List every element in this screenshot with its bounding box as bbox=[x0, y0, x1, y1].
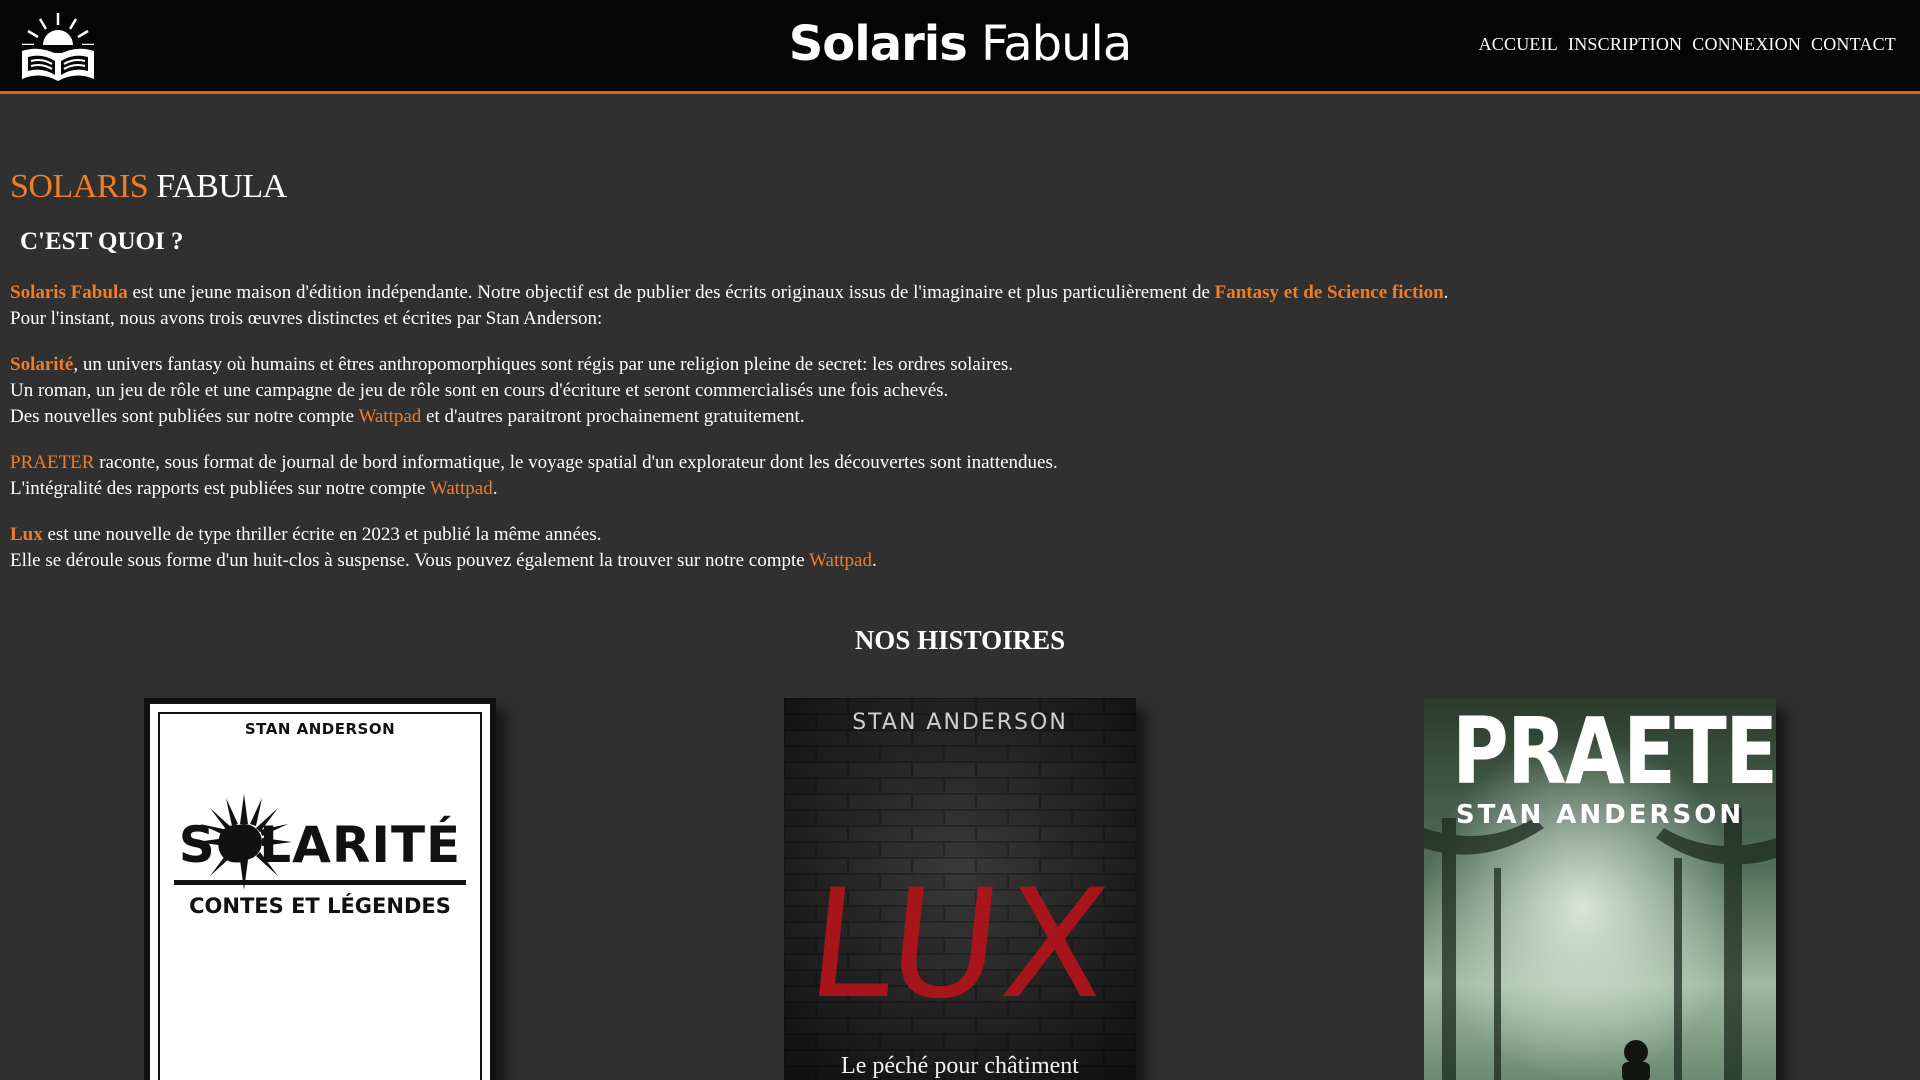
cover-author: STAN ANDERSON bbox=[1455, 800, 1745, 830]
page-title-accent: SOLARIS bbox=[10, 168, 149, 205]
praeter-name: PRAETER bbox=[10, 452, 95, 473]
cover-subtitle: CONTES ET LÉGENDES bbox=[189, 894, 451, 918]
praeter-paragraph: PRAETER raconte, sous format de journal … bbox=[10, 450, 1910, 502]
solarite-line3b: et d'autres paraitront prochainement gra… bbox=[421, 406, 805, 427]
wattpad-link-solarite[interactable]: Wattpad bbox=[358, 406, 421, 427]
cover-author: STAN ANDERSON bbox=[244, 720, 396, 738]
main-content: SOLARIS FABULA C'EST QUOI ? Solaris Fabu… bbox=[10, 168, 1910, 574]
cover-solarite[interactable]: STAN ANDERSON SOLARITÉ CONTES ET LÉGENDE… bbox=[144, 698, 496, 1080]
solarite-line1: , un univers fantasy où humains et êtres… bbox=[73, 354, 1014, 375]
cover-title: LUX bbox=[800, 858, 1120, 1032]
nav-inscription[interactable]: INSCRIPTION bbox=[1568, 34, 1682, 55]
cover-author: STAN ANDERSON bbox=[852, 710, 1068, 735]
solarite-name: Solarité bbox=[10, 354, 74, 375]
solarite-paragraph: Solarité, un univers fantasy où humains … bbox=[10, 352, 1910, 430]
lux-line1: est une nouvelle de type thriller écrite… bbox=[42, 524, 602, 545]
lux-paragraph: Lux est une nouvelle de type thriller éc… bbox=[10, 522, 1910, 574]
wattpad-link-lux[interactable]: Wattpad bbox=[809, 550, 872, 571]
intro-name: Solaris Fabula bbox=[10, 282, 128, 303]
cover-title: PRAETER bbox=[1452, 698, 1776, 805]
lux-line2b: . bbox=[871, 550, 877, 571]
section-subtitle: C'EST QUOI ? bbox=[20, 228, 184, 255]
stories-heading: NOS HISTOIRES bbox=[854, 625, 1066, 655]
cover-lux[interactable]: STAN ANDERSON LUX Le péché pour châtimen… bbox=[784, 698, 1136, 1080]
nav-connexion[interactable]: CONNEXION bbox=[1692, 34, 1801, 55]
wattpad-link-praeter[interactable]: Wattpad bbox=[430, 478, 493, 499]
brand-bold: Solaris bbox=[788, 16, 968, 72]
page-title-rest: FABULA bbox=[156, 168, 287, 205]
cover-subtitle: Le péché pour châtiment bbox=[841, 1053, 1079, 1079]
intro-genre: Fantasy et de Science fiction bbox=[1214, 282, 1444, 303]
lux-line2a: Elle se déroule sous forme d'un huit-clo… bbox=[10, 550, 810, 571]
nav-accueil[interactable]: ACCUEIL bbox=[1479, 34, 1558, 55]
cover-praeter[interactable]: PRAETER STAN ANDERSON bbox=[1424, 698, 1776, 1080]
praeter-line1: raconte, sous format de journal de bord … bbox=[94, 452, 1058, 473]
page-title: SOLARIS FABULA bbox=[10, 168, 1910, 206]
cover-title: SOLARITÉ bbox=[178, 816, 462, 874]
brand-light: Fabula bbox=[981, 16, 1132, 72]
intro-text2: . bbox=[1443, 282, 1449, 303]
nav-contact[interactable]: CONTACT bbox=[1811, 34, 1896, 55]
intro-paragraph: Solaris Fabula est une jeune maison d'éd… bbox=[10, 280, 1910, 332]
solarite-line2: Un roman, un jeu de rôle et une campagne… bbox=[10, 380, 949, 401]
top-navbar: Solaris Fabula ACCUEIL INSCRIPTION CONNE… bbox=[0, 0, 1920, 94]
solarite-line3a: Des nouvelles sont publiées sur notre co… bbox=[10, 406, 359, 427]
praeter-line2b: . bbox=[492, 478, 498, 499]
intro-text1: est une jeune maison d'édition indépenda… bbox=[127, 282, 1215, 303]
intro-line2: Pour l'instant, nous avons trois œuvres … bbox=[10, 308, 603, 329]
lux-name: Lux bbox=[10, 524, 43, 545]
cover-rule bbox=[174, 880, 466, 885]
praeter-line2a: L'intégralité des rapports est publiées … bbox=[10, 478, 430, 499]
main-nav: ACCUEIL INSCRIPTION CONNEXION CONTACT bbox=[1479, 34, 1896, 55]
